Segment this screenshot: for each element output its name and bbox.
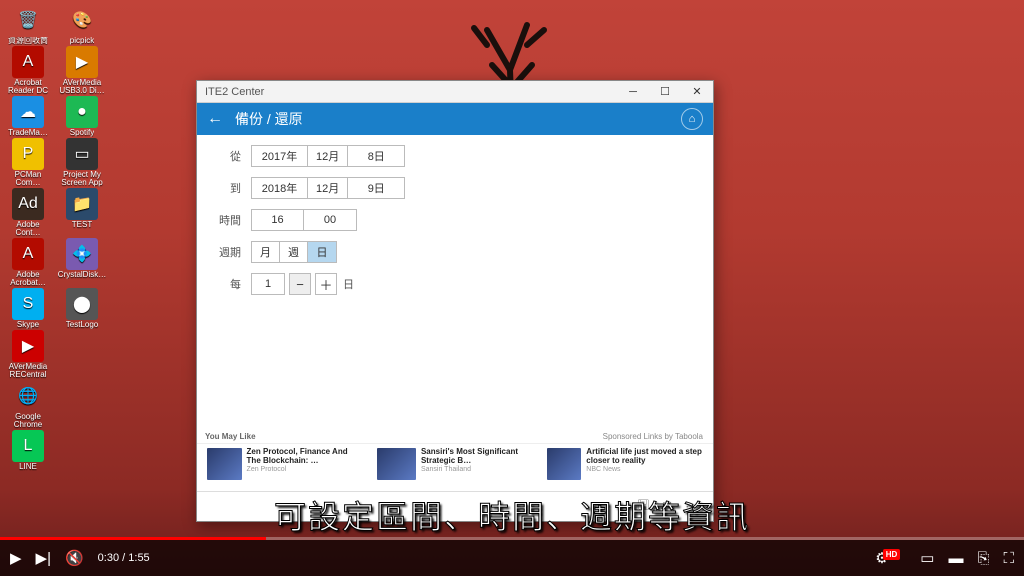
- video-controls: ▶ ▶| 🔇 0:30 / 1:55 ⚙HD ▭ ▬ ⎘ ⛶: [0, 540, 1024, 576]
- backup-form: 從 2017年 12月 8日 到 2018年 12月 9日 時間 16: [197, 135, 713, 443]
- sponsored-link[interactable]: Sansiri's Most Significant Strategic B…S…: [377, 448, 533, 487]
- desktop-wallpaper: 🗑️資源回收筒🎨picpickAAcrobat Reader DC▶AVerMe…: [0, 0, 1024, 576]
- cast-icon[interactable]: ⎘: [977, 550, 989, 567]
- home-icon[interactable]: ⌂: [681, 108, 703, 130]
- desktop-icon[interactable]: 🌐Google Chrome: [4, 380, 52, 429]
- desktop-icons: 🗑️資源回收筒🎨picpickAAcrobat Reader DC▶AVerMe…: [4, 4, 106, 471]
- increment-button[interactable]: ＋: [315, 273, 337, 295]
- app-window: ITE2 Center ─ ☐ ✕ ← 備份 / 還原 ⌂ 從 2017年 12…: [196, 80, 714, 522]
- desktop-icon[interactable]: 📁TEST: [58, 188, 106, 237]
- cycle-tabs: 月 週 日: [251, 241, 337, 263]
- desktop-icon[interactable]: ⬤TestLogo: [58, 288, 106, 329]
- desktop-icon[interactable]: 🗑️資源回收筒: [4, 4, 52, 45]
- window-titlebar: ITE2 Center ─ ☐ ✕: [197, 81, 713, 103]
- to-label: 到: [211, 180, 241, 196]
- miniplayer-icon[interactable]: ▭: [920, 549, 934, 567]
- desktop-icon[interactable]: 🎨picpick: [58, 4, 106, 45]
- cycle-label: 週期: [211, 244, 241, 260]
- page-title: 備份 / 還原: [235, 109, 303, 129]
- mute-button[interactable]: 🔇: [65, 549, 84, 567]
- video-time: 0:30 / 1:55: [98, 552, 150, 564]
- next-button[interactable]: ▶|: [36, 549, 51, 567]
- window-title: ITE2 Center: [197, 86, 264, 98]
- desktop-icon[interactable]: ●Spotify: [58, 96, 106, 137]
- every-input[interactable]: 1: [251, 273, 285, 295]
- minimize-button[interactable]: ─: [617, 81, 649, 103]
- desktop-icon[interactable]: AdAdobe Cont…: [4, 188, 52, 237]
- play-button[interactable]: ▶: [10, 549, 22, 567]
- settings-icon[interactable]: ⚙HD: [875, 549, 906, 567]
- back-icon[interactable]: ←: [207, 110, 223, 128]
- from-date-picker[interactable]: 2017年 12月 8日: [251, 145, 405, 167]
- decrement-button[interactable]: −: [289, 273, 311, 295]
- desktop-icon[interactable]: ▶AVerMedia USB3.0 Di…: [58, 46, 106, 95]
- tab-day[interactable]: 日: [308, 242, 336, 262]
- sponsored-link[interactable]: Artificial life just moved a step closer…: [547, 448, 703, 487]
- every-label: 每: [211, 276, 241, 292]
- to-date-picker[interactable]: 2018年 12月 9日: [251, 177, 405, 199]
- every-unit: 日: [343, 276, 354, 292]
- tab-month[interactable]: 月: [252, 242, 280, 262]
- desktop-icon[interactable]: PPCMan Com…: [4, 138, 52, 187]
- from-label: 從: [211, 148, 241, 164]
- progress-bar[interactable]: [0, 537, 1024, 540]
- page-header: ← 備份 / 還原 ⌂: [197, 103, 713, 135]
- time-picker[interactable]: 16 00: [251, 209, 357, 231]
- desktop-icon[interactable]: 💠CrystalDisk…: [58, 238, 106, 287]
- theater-icon[interactable]: ▬: [948, 550, 963, 567]
- desktop-icon[interactable]: ▶AVerMedia RECentral: [4, 330, 52, 379]
- tab-week[interactable]: 週: [280, 242, 308, 262]
- maximize-button[interactable]: ☐: [649, 81, 681, 103]
- video-subtitle: 可設定區間、時間、週期等資訊: [274, 492, 750, 538]
- desktop-icon[interactable]: ☁TradeMa…: [4, 96, 52, 137]
- desktop-icon[interactable]: ▭Project My Screen App: [58, 138, 106, 187]
- you-may-like-label: You May Like: [205, 432, 256, 441]
- sponsored-label: Sponsored Links by Taboola: [603, 432, 703, 441]
- desktop-icon[interactable]: LLINE: [4, 430, 52, 471]
- desktop-icon[interactable]: SSkype: [4, 288, 52, 329]
- desktop-icon[interactable]: AAcrobat Reader DC: [4, 46, 52, 95]
- sponsored-link[interactable]: Zen Protocol, Finance And The Blockchain…: [207, 448, 363, 487]
- desktop-icon[interactable]: AAdobe Acrobat…: [4, 238, 52, 287]
- sponsored-links: You May Like Sponsored Links by Taboola …: [197, 443, 713, 491]
- time-label: 時間: [211, 212, 241, 228]
- close-button[interactable]: ✕: [681, 81, 713, 103]
- fullscreen-icon[interactable]: ⛶: [1003, 550, 1014, 567]
